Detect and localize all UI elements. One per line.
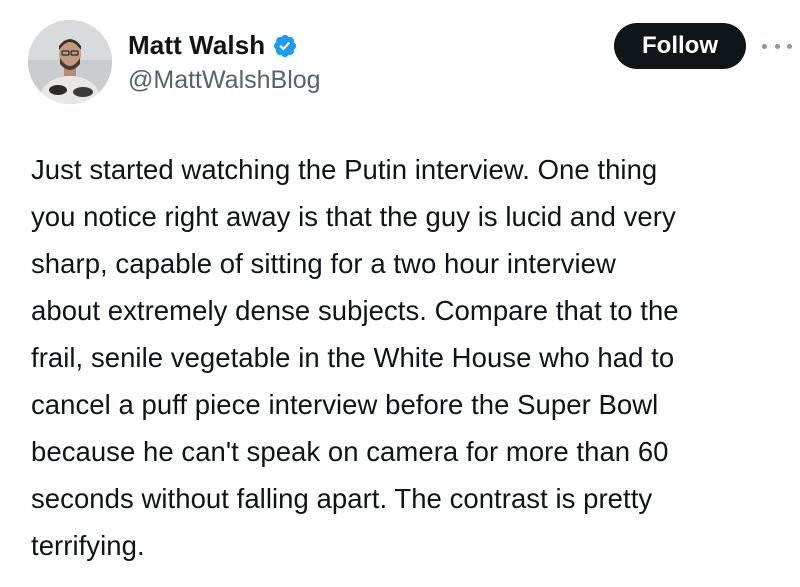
- author-display-name[interactable]: Matt Walsh: [128, 30, 265, 61]
- tweet-card: Matt Walsh @MattWalshBlog Follow Just st…: [0, 0, 800, 587]
- more-dot: [787, 43, 792, 49]
- tweet-text: Just started watching the Putin intervie…: [31, 154, 679, 561]
- verified-badge-icon[interactable]: [272, 33, 298, 59]
- more-options-icon[interactable]: [762, 40, 792, 52]
- author-name-row: Matt Walsh: [128, 30, 298, 61]
- author-handle[interactable]: @MattWalshBlog: [128, 66, 321, 95]
- more-dot: [774, 43, 780, 49]
- more-dot: [762, 43, 767, 49]
- follow-button[interactable]: Follow: [614, 23, 746, 69]
- profile-photo-icon: [28, 20, 112, 104]
- avatar[interactable]: [28, 20, 112, 104]
